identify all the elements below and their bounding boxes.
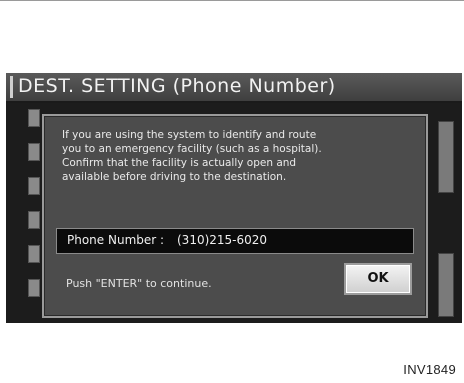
scroll-up-tab[interactable] (438, 121, 454, 193)
warning-message: If you are using the system to identify … (62, 128, 414, 184)
list-row-tab[interactable] (28, 177, 40, 195)
warning-dialog: If you are using the system to identify … (42, 114, 428, 318)
list-row-tab[interactable] (28, 245, 40, 263)
message-line: you to an emergency facility (such as a … (62, 143, 322, 155)
phone-number-display: Phone Number : (310)215-6020 (56, 228, 414, 254)
continue-instruction: Push "ENTER" to continue. (66, 277, 212, 290)
screen-title: DEST. SETTING (Phone Number) (18, 75, 336, 97)
ok-button[interactable]: OK (344, 263, 412, 295)
title-bar: DEST. SETTING (Phone Number) (6, 73, 462, 103)
phone-number-label: Phone Number : (67, 233, 165, 247)
phone-number-value: (310)215-6020 (177, 233, 268, 247)
scroll-down-tab[interactable] (438, 253, 454, 317)
title-bar-edge (10, 76, 13, 98)
message-line: available before driving to the destinat… (62, 171, 287, 183)
list-row-tab[interactable] (28, 279, 40, 297)
navigation-screen: DEST. SETTING (Phone Number) If you are … (6, 73, 462, 323)
message-line: Confirm that the facility is actually op… (62, 157, 297, 169)
figure-caption: INV1849 (403, 362, 456, 377)
list-row-tab[interactable] (28, 143, 40, 161)
list-row-tab[interactable] (28, 109, 40, 127)
message-line: If you are using the system to identify … (62, 129, 317, 141)
list-row-tab[interactable] (28, 211, 40, 229)
frame-top-line (0, 0, 464, 1)
